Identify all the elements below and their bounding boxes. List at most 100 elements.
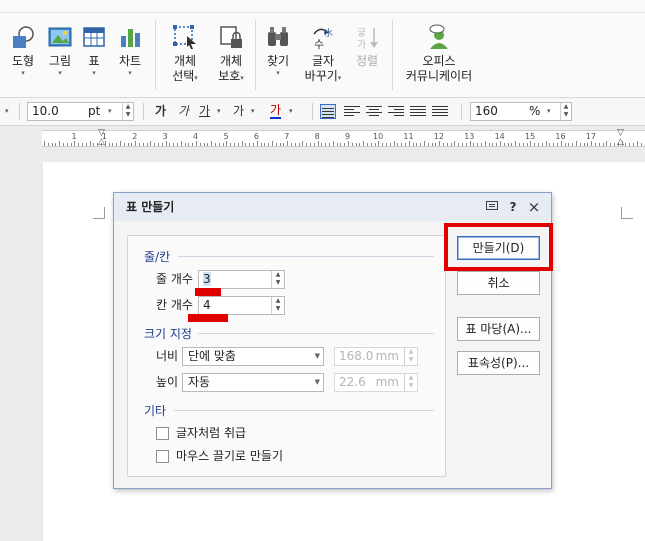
ruler-tick bbox=[363, 141, 365, 146]
ruler-tick bbox=[614, 143, 615, 146]
italic-button[interactable]: 가 bbox=[178, 103, 189, 120]
ruler-tick bbox=[378, 141, 380, 146]
ruler-tick bbox=[93, 143, 95, 146]
table-properties-button[interactable]: 표속성(P)... bbox=[457, 351, 540, 375]
ruler-tick bbox=[85, 143, 87, 146]
ruler-tick bbox=[522, 143, 524, 146]
dropdown-arrow-icon: ▾ bbox=[194, 74, 198, 82]
ribbon-chart-button[interactable]: 차트 ▾ bbox=[115, 22, 145, 77]
align-right-icon[interactable] bbox=[388, 104, 404, 119]
treat-as-char-checkbox[interactable] bbox=[156, 427, 169, 440]
ruler-tick bbox=[511, 143, 513, 146]
binoculars-icon bbox=[265, 24, 291, 50]
font-size-unit: pt bbox=[88, 104, 101, 118]
width-mode-select[interactable]: 단에 맞춤 ▼ bbox=[182, 347, 324, 366]
ribbon-picture-button[interactable]: 그림 ▾ bbox=[45, 22, 75, 77]
ribbon-office-communicator-button[interactable]: 오피스 커뮤니케이터 bbox=[403, 22, 475, 84]
indent-marker-icon[interactable]: △ bbox=[98, 137, 105, 147]
dropdown-arrow-icon[interactable]: ▾ bbox=[217, 103, 221, 120]
bold-button[interactable]: 가 bbox=[155, 103, 166, 120]
zoom-input[interactable]: 160 % ▾ ▲ ▼ bbox=[470, 102, 572, 121]
font-size-input[interactable]: 10.0 pt ▾ ▲ ▼ bbox=[27, 102, 134, 121]
dropdown-arrow-icon: ▼ bbox=[314, 352, 320, 360]
width-spinner[interactable]: ▲ ▼ bbox=[404, 348, 417, 365]
underline-button[interactable]: 가 bbox=[199, 103, 210, 120]
ribbon-picture-label: 그림 bbox=[48, 54, 72, 68]
cols-spinner[interactable]: ▲ ▼ bbox=[271, 297, 284, 314]
dialog-info-icon[interactable] bbox=[484, 199, 500, 215]
ruler-tick bbox=[161, 143, 163, 146]
width-value-input[interactable]: 168.0 mm ▲ ▼ bbox=[334, 347, 418, 366]
ruler-number: 11 bbox=[403, 132, 414, 141]
ruler-tick bbox=[602, 143, 604, 146]
ruler-tick bbox=[313, 143, 315, 146]
ribbon-object-protect-button[interactable]: 개체 보호▾ bbox=[211, 22, 251, 86]
ruler-tick bbox=[636, 141, 638, 146]
ribbon-shape-button[interactable]: 도형 ▾ bbox=[8, 22, 38, 77]
zoom-spinner[interactable]: ▲ ▼ bbox=[560, 103, 571, 120]
ruler-tick bbox=[222, 143, 224, 146]
ruler-tick bbox=[66, 143, 68, 146]
ribbon-replace-button[interactable]: 水수 글자 바꾸기▾ bbox=[302, 22, 344, 86]
section-rows-cols: 줄/칸 bbox=[144, 250, 171, 264]
dialog-close-icon[interactable]: × bbox=[526, 199, 542, 215]
align-left-icon[interactable] bbox=[344, 104, 360, 119]
dialog-help-icon[interactable]: ? bbox=[505, 199, 521, 215]
ruler-tick bbox=[465, 143, 467, 146]
dropdown-arrow-icon[interactable]: ▾ bbox=[5, 103, 9, 120]
dropdown-arrow-icon: ▾ bbox=[276, 69, 280, 77]
ribbon-sort-button[interactable]: 긓가 정렬 bbox=[352, 22, 382, 69]
cols-label: 칸 개수 bbox=[156, 298, 193, 312]
ruler-tick bbox=[184, 143, 186, 146]
cols-input[interactable]: 4 ▲ ▼ bbox=[198, 296, 285, 315]
ruler-tick bbox=[44, 141, 45, 146]
cancel-button[interactable]: 취소 bbox=[457, 271, 540, 295]
ribbon-replace-label-1: 글자 bbox=[311, 54, 335, 68]
dropdown-arrow-icon[interactable]: ▾ bbox=[289, 103, 293, 120]
rows-spinner[interactable]: ▲ ▼ bbox=[271, 271, 284, 288]
ruler-tick bbox=[325, 143, 327, 146]
align-center-icon[interactable] bbox=[366, 104, 382, 119]
strikeout-button[interactable]: 가 bbox=[233, 103, 244, 120]
margin-corner-marker bbox=[621, 207, 633, 219]
ribbon: 도형 ▾ 그림 ▾ 표 ▾ 차트 ▾ 개체 선택▾ 개체 보호▾ 찾기 ▾ 水 … bbox=[0, 0, 645, 98]
ruler-tick bbox=[519, 143, 520, 146]
ribbon-find-button[interactable]: 찾기 ▾ bbox=[263, 22, 293, 77]
ruler-tick bbox=[78, 143, 80, 146]
ruler-tick bbox=[169, 143, 171, 146]
ruler-tick bbox=[492, 143, 494, 146]
draw-with-mouse-checkbox[interactable] bbox=[156, 450, 169, 463]
align-distribute-icon[interactable] bbox=[410, 104, 426, 119]
font-color-button[interactable]: 가 bbox=[270, 103, 282, 119]
ruler-tick bbox=[405, 143, 406, 146]
align-divide-icon[interactable] bbox=[432, 104, 448, 119]
communicator-icon bbox=[426, 24, 452, 50]
ruler-tick bbox=[435, 143, 437, 146]
font-size-spinner[interactable]: ▲ ▼ bbox=[122, 103, 133, 120]
ruler-strip[interactable]: 1 1 2 3 4 5 6 7 8 9 10 11 12 13 14 15 16 17 ▽ △ ▽ △ bbox=[42, 128, 645, 147]
ribbon-object-protect-label-1: 개체 bbox=[219, 54, 243, 68]
ribbon-table-button[interactable]: 표 ▾ bbox=[81, 22, 107, 77]
height-mode-select[interactable]: 자동 ▼ bbox=[182, 373, 324, 392]
height-value-input[interactable]: 22.6 mm ▲ ▼ bbox=[334, 373, 418, 392]
ruler-tick bbox=[116, 143, 118, 146]
ruler-tick bbox=[351, 143, 353, 146]
height-spinner[interactable]: ▲ ▼ bbox=[404, 374, 417, 391]
table-style-button[interactable]: 표 마당(A)... bbox=[457, 317, 540, 341]
ruler-tick bbox=[439, 141, 441, 146]
dropdown-arrow-icon[interactable]: ▾ bbox=[547, 103, 551, 120]
ruler-tick bbox=[397, 143, 399, 146]
shape-icon bbox=[10, 24, 36, 50]
align-justify-icon[interactable] bbox=[320, 104, 336, 119]
dropdown-arrow-icon[interactable]: ▾ bbox=[108, 103, 112, 120]
ribbon-object-select-button[interactable]: 개체 선택▾ bbox=[165, 22, 205, 86]
ruler-tick bbox=[245, 143, 247, 146]
ruler-tick bbox=[587, 143, 589, 146]
ruler-tick bbox=[59, 141, 61, 146]
indent-marker-icon[interactable]: △ bbox=[617, 137, 624, 147]
dropdown-arrow-icon[interactable]: ▾ bbox=[251, 103, 255, 120]
ribbon-office-label-1: 오피스 bbox=[422, 54, 456, 68]
margin-corner-marker bbox=[93, 207, 105, 219]
rows-input[interactable]: 3 ▲ ▼ bbox=[198, 270, 285, 289]
ruler-tick bbox=[359, 143, 361, 146]
